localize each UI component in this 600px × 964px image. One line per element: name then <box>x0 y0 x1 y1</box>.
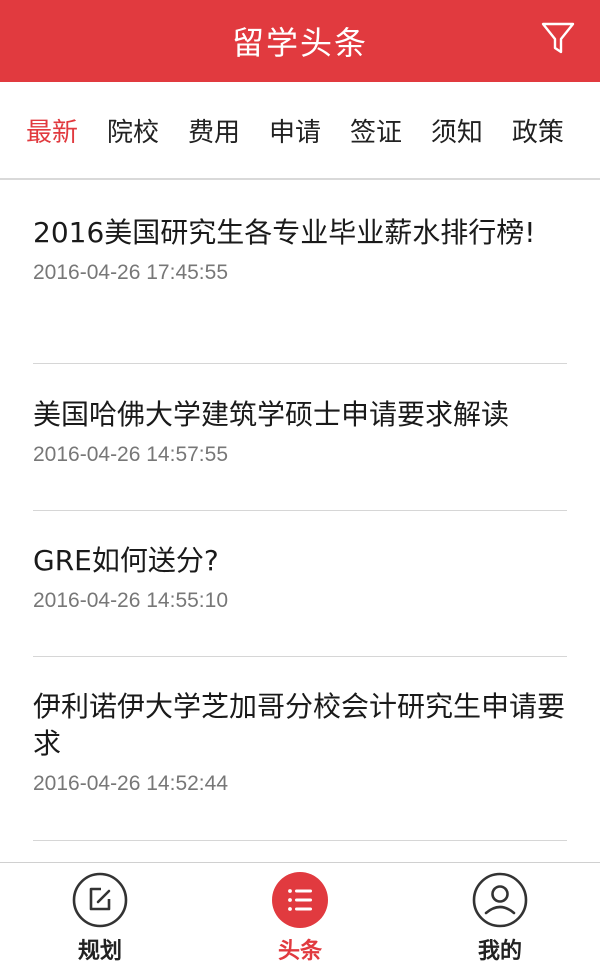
list-item[interactable]: 伊利诺伊大学芝加哥分校会计研究生申请要求 2016-04-26 14:52:44 <box>33 657 567 841</box>
filter-icon <box>541 22 575 54</box>
tab-application[interactable]: 申请 <box>269 112 321 149</box>
app-header: 留学头条 <box>0 0 600 82</box>
edit-icon <box>71 871 129 929</box>
tab-schools[interactable]: 院校 <box>107 112 159 149</box>
article-time: 2016-04-26 14:52:44 <box>33 772 228 795</box>
tab-notice[interactable]: 须知 <box>431 112 483 149</box>
nav-label: 头条 <box>277 939 322 964</box>
article-list: 2016美国研究生各专业毕业薪水排行榜! 2016-04-26 17:45:55… <box>0 182 600 841</box>
article-time: 2016-04-26 17:45:55 <box>33 261 228 284</box>
tab-visa[interactable]: 签证 <box>350 112 402 149</box>
article-title: 2016美国研究生各专业毕业薪水排行榜! <box>33 216 536 249</box>
user-icon <box>471 871 529 929</box>
article-time: 2016-04-26 14:55:10 <box>33 589 228 612</box>
tab-policy[interactable]: 政策 <box>512 112 564 149</box>
filter-button[interactable] <box>538 18 578 58</box>
list-icon <box>271 871 329 929</box>
bottom-navigation: 规划 头条 我的 <box>0 862 600 964</box>
nav-item-mine[interactable]: 我的 <box>440 863 560 964</box>
article-title: 美国哈佛大学建筑学硕士申请要求解读 <box>33 398 510 431</box>
tab-costs[interactable]: 费用 <box>188 112 240 149</box>
article-title: GRE如何送分? <box>33 544 219 577</box>
category-tabs: 最新 院校 费用 申请 签证 须知 政策 <box>0 82 600 180</box>
nav-item-headlines[interactable]: 头条 <box>240 863 360 964</box>
nav-item-plan[interactable]: 规划 <box>40 863 160 964</box>
nav-label: 我的 <box>477 939 522 964</box>
list-item[interactable]: 2016美国研究生各专业毕业薪水排行榜! 2016-04-26 17:45:55 <box>33 182 567 364</box>
page-title: 留学头条 <box>231 24 368 62</box>
nav-label: 规划 <box>77 939 122 964</box>
tab-latest[interactable]: 最新 <box>26 112 78 149</box>
article-title: 伊利诺伊大学芝加哥分校会计研究生申请要求 <box>33 690 566 760</box>
article-time: 2016-04-26 14:57:55 <box>33 443 228 466</box>
list-item[interactable]: 美国哈佛大学建筑学硕士申请要求解读 2016-04-26 14:57:55 <box>33 364 567 511</box>
list-item[interactable]: GRE如何送分? 2016-04-26 14:55:10 <box>33 511 567 657</box>
